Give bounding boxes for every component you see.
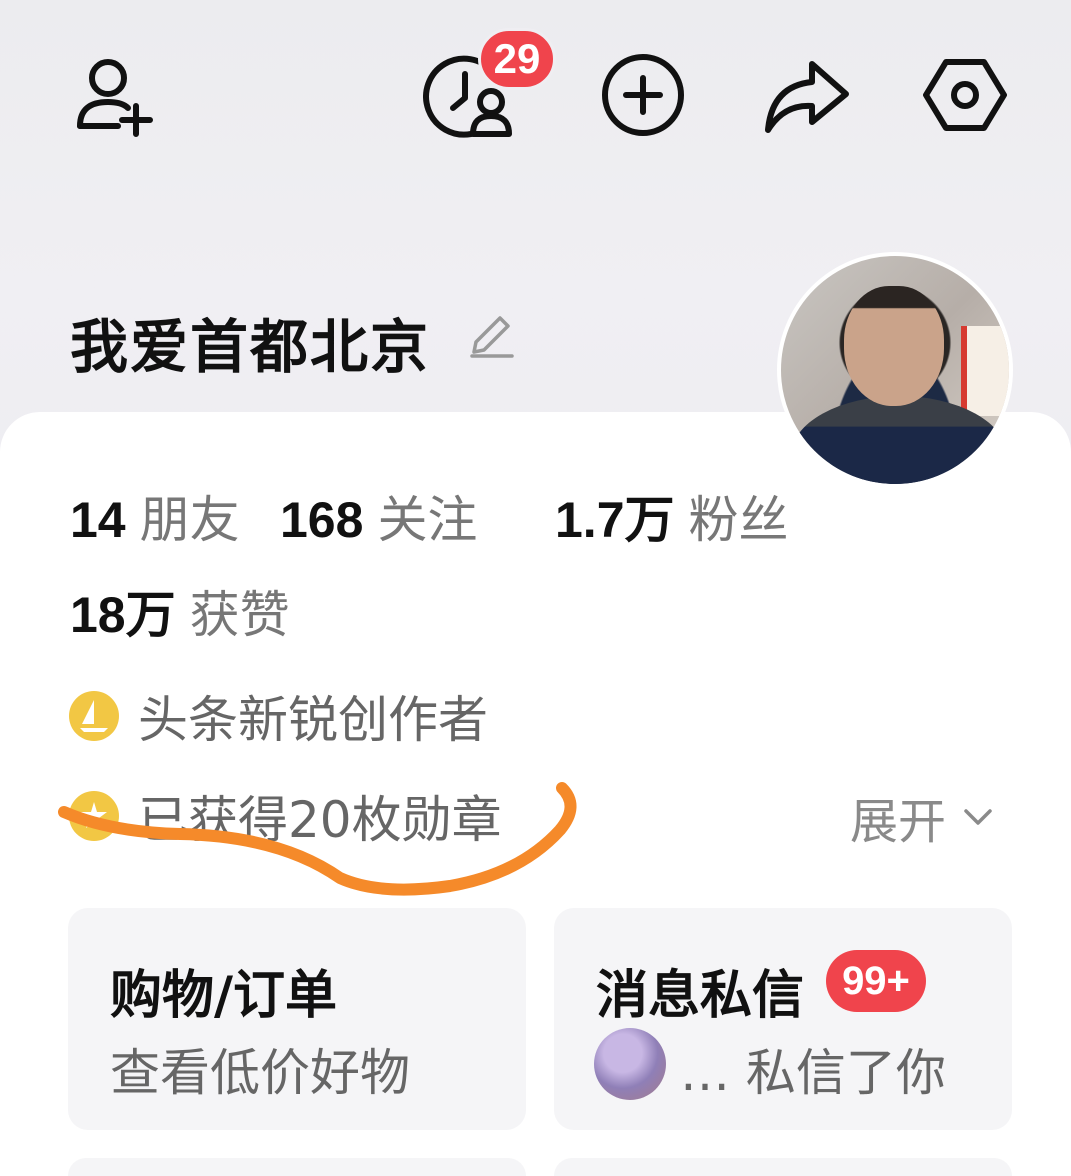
shopping-title: 购物/订单: [110, 966, 337, 1026]
expand-label: 展开: [850, 794, 947, 850]
stat-following[interactable]: 168 关注: [280, 480, 477, 552]
visitors-badge: 29: [478, 28, 556, 90]
shopping-subtitle: 查看低价好物: [110, 1044, 410, 1102]
message-preview: … 私信了你: [680, 1044, 946, 1102]
messages-badge: 99+: [826, 950, 926, 1012]
stat-fans[interactable]: 1.7万 粉丝: [555, 480, 789, 552]
chevron-down-icon: [964, 809, 992, 825]
stat-friends[interactable]: 14 朋友: [70, 480, 240, 552]
expand-button[interactable]: 展开: [850, 782, 996, 852]
messages-title: 消息私信: [596, 966, 805, 1026]
settings-icon[interactable]: [915, 45, 1015, 145]
next-tile-right[interactable]: [554, 1158, 1012, 1176]
messages-tile[interactable]: 消息私信 99+ … 私信了你: [554, 908, 1012, 1130]
stat-likes[interactable]: 18万 获赞: [70, 575, 290, 647]
share-icon[interactable]: [755, 45, 855, 145]
sailboat-badge-icon: [69, 691, 119, 741]
creator-title: 头条新锐创作者: [138, 691, 488, 749]
username: 我爱首都北京: [70, 313, 431, 381]
message-sender-avatar: [594, 1028, 666, 1100]
next-tile-left[interactable]: [68, 1158, 526, 1176]
creator-title-row[interactable]: 头条新锐创作者: [68, 680, 488, 752]
avatar[interactable]: [777, 252, 1013, 488]
orange-underline-annotation: [58, 782, 577, 896]
add-friend-icon[interactable]: [65, 45, 165, 145]
edit-pencil-icon[interactable]: [466, 310, 516, 360]
create-plus-icon[interactable]: [593, 45, 693, 145]
shopping-orders-tile[interactable]: 购物/订单 查看低价好物: [68, 908, 526, 1130]
